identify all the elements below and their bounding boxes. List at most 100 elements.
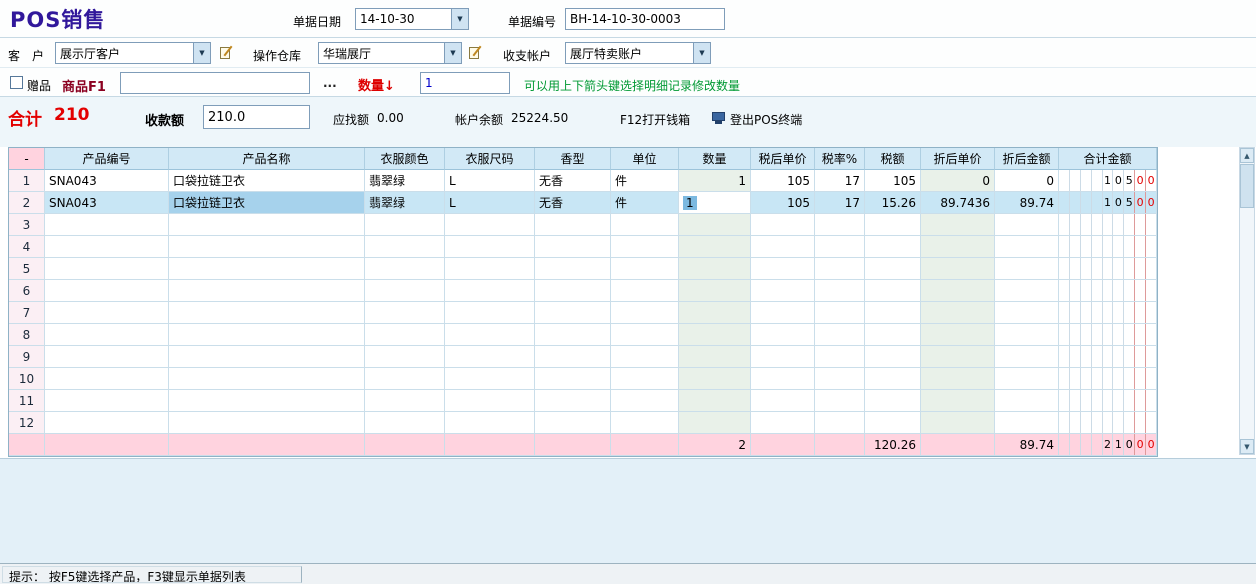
cell-tax[interactable] (865, 258, 921, 280)
cell-code[interactable] (45, 280, 169, 302)
account-combobox[interactable]: 展厅特卖账户 ▼ (565, 42, 711, 64)
cell-disc_amount[interactable] (995, 258, 1059, 280)
cell-scent[interactable]: 无香 (535, 170, 611, 192)
cell-disc_price[interactable] (921, 412, 995, 434)
cell-disc_amount[interactable] (995, 302, 1059, 324)
cell-unit[interactable] (611, 236, 679, 258)
cell-size[interactable]: L (445, 170, 535, 192)
cell-amount[interactable] (1059, 346, 1157, 368)
product-more-button[interactable]: ... (323, 76, 337, 90)
cell-tax_rate[interactable] (815, 390, 865, 412)
cell-price[interactable] (751, 346, 815, 368)
cell-scent[interactable] (535, 390, 611, 412)
cell-qty[interactable] (679, 236, 751, 258)
cell-qty[interactable] (679, 390, 751, 412)
cell-unit[interactable] (611, 258, 679, 280)
cell-tax[interactable] (865, 368, 921, 390)
cell-disc_price[interactable] (921, 236, 995, 258)
cell-size[interactable] (445, 302, 535, 324)
cell-color[interactable] (365, 346, 445, 368)
cell-disc_amount[interactable] (995, 390, 1059, 412)
row-number[interactable]: 6 (9, 280, 45, 302)
cell-scent[interactable] (535, 236, 611, 258)
cell-amount[interactable] (1059, 236, 1157, 258)
cell-scent[interactable] (535, 302, 611, 324)
cell-color[interactable] (365, 280, 445, 302)
cell-amount[interactable] (1059, 368, 1157, 390)
cell-qty[interactable] (679, 346, 751, 368)
vertical-scrollbar[interactable]: ▲ ▼ (1239, 147, 1255, 455)
cell-tax[interactable] (865, 214, 921, 236)
cell-price[interactable]: 105 (751, 170, 815, 192)
cell-size[interactable] (445, 368, 535, 390)
cell-tax_rate[interactable] (815, 236, 865, 258)
cell-disc_price[interactable] (921, 346, 995, 368)
cell-amount[interactable] (1059, 214, 1157, 236)
open-cash-drawer-button[interactable]: F12打开钱箱 (620, 111, 690, 128)
cell-amount[interactable] (1059, 324, 1157, 346)
cell-size[interactable] (445, 258, 535, 280)
cell-name[interactable]: 口袋拉链卫衣 (169, 192, 365, 214)
cell-price[interactable] (751, 280, 815, 302)
row-number[interactable]: 8 (9, 324, 45, 346)
cell-price[interactable] (751, 368, 815, 390)
cell-tax[interactable] (865, 390, 921, 412)
cell-name[interactable] (169, 324, 365, 346)
cell-tax[interactable]: 15.26 (865, 192, 921, 214)
cell-tax_rate[interactable] (815, 280, 865, 302)
cell-disc_price[interactable] (921, 324, 995, 346)
cell-tax_rate[interactable] (815, 368, 865, 390)
cell-color[interactable]: 翡翠绿 (365, 192, 445, 214)
cell-disc_price[interactable] (921, 214, 995, 236)
qty-cell-editor-selection[interactable]: 1 (683, 196, 697, 210)
cell-scent[interactable] (535, 214, 611, 236)
cell-unit[interactable]: 件 (611, 192, 679, 214)
cell-qty[interactable]: 1 (679, 170, 751, 192)
warehouse-dropdown-button[interactable]: ▼ (444, 43, 461, 63)
doc-date-dropdown-button[interactable]: ▼ (451, 9, 468, 29)
row-number[interactable]: 4 (9, 236, 45, 258)
cell-size[interactable] (445, 324, 535, 346)
cell-code[interactable] (45, 236, 169, 258)
received-amount-input[interactable]: 210.0 (203, 105, 310, 129)
cell-color[interactable] (365, 258, 445, 280)
cell-unit[interactable] (611, 302, 679, 324)
cell-name[interactable] (169, 302, 365, 324)
cell-qty[interactable] (679, 258, 751, 280)
row-number[interactable]: 11 (9, 390, 45, 412)
cell-size[interactable] (445, 236, 535, 258)
cell-disc_amount[interactable] (995, 412, 1059, 434)
cell-price[interactable] (751, 302, 815, 324)
cell-color[interactable] (365, 324, 445, 346)
cell-tax[interactable] (865, 236, 921, 258)
cell-unit[interactable] (611, 390, 679, 412)
cell-scent[interactable] (535, 324, 611, 346)
row-number[interactable]: 12 (9, 412, 45, 434)
cell-scent[interactable] (535, 368, 611, 390)
cell-scent[interactable]: 无香 (535, 192, 611, 214)
cell-disc_amount[interactable] (995, 324, 1059, 346)
cell-disc_price[interactable] (921, 302, 995, 324)
cell-tax[interactable] (865, 346, 921, 368)
cell-price[interactable] (751, 236, 815, 258)
cell-tax[interactable] (865, 280, 921, 302)
cell-color[interactable] (365, 390, 445, 412)
cell-name[interactable] (169, 258, 365, 280)
cell-disc_amount[interactable] (995, 368, 1059, 390)
cell-qty[interactable] (679, 324, 751, 346)
cell-unit[interactable]: 件 (611, 170, 679, 192)
cell-name[interactable] (169, 390, 365, 412)
cell-scent[interactable] (535, 412, 611, 434)
cell-tax_rate[interactable] (815, 302, 865, 324)
cell-disc_amount[interactable] (995, 280, 1059, 302)
cell-price[interactable] (751, 390, 815, 412)
row-number[interactable]: 7 (9, 302, 45, 324)
cell-disc_amount[interactable]: 89.74 (995, 192, 1059, 214)
cell-color[interactable] (365, 302, 445, 324)
cell-tax_rate[interactable] (815, 412, 865, 434)
cell-tax[interactable] (865, 324, 921, 346)
cell-scent[interactable] (535, 346, 611, 368)
doc-number-input[interactable]: BH-14-10-30-0003 (565, 8, 725, 30)
cell-disc_amount[interactable] (995, 236, 1059, 258)
cell-disc_price[interactable] (921, 390, 995, 412)
